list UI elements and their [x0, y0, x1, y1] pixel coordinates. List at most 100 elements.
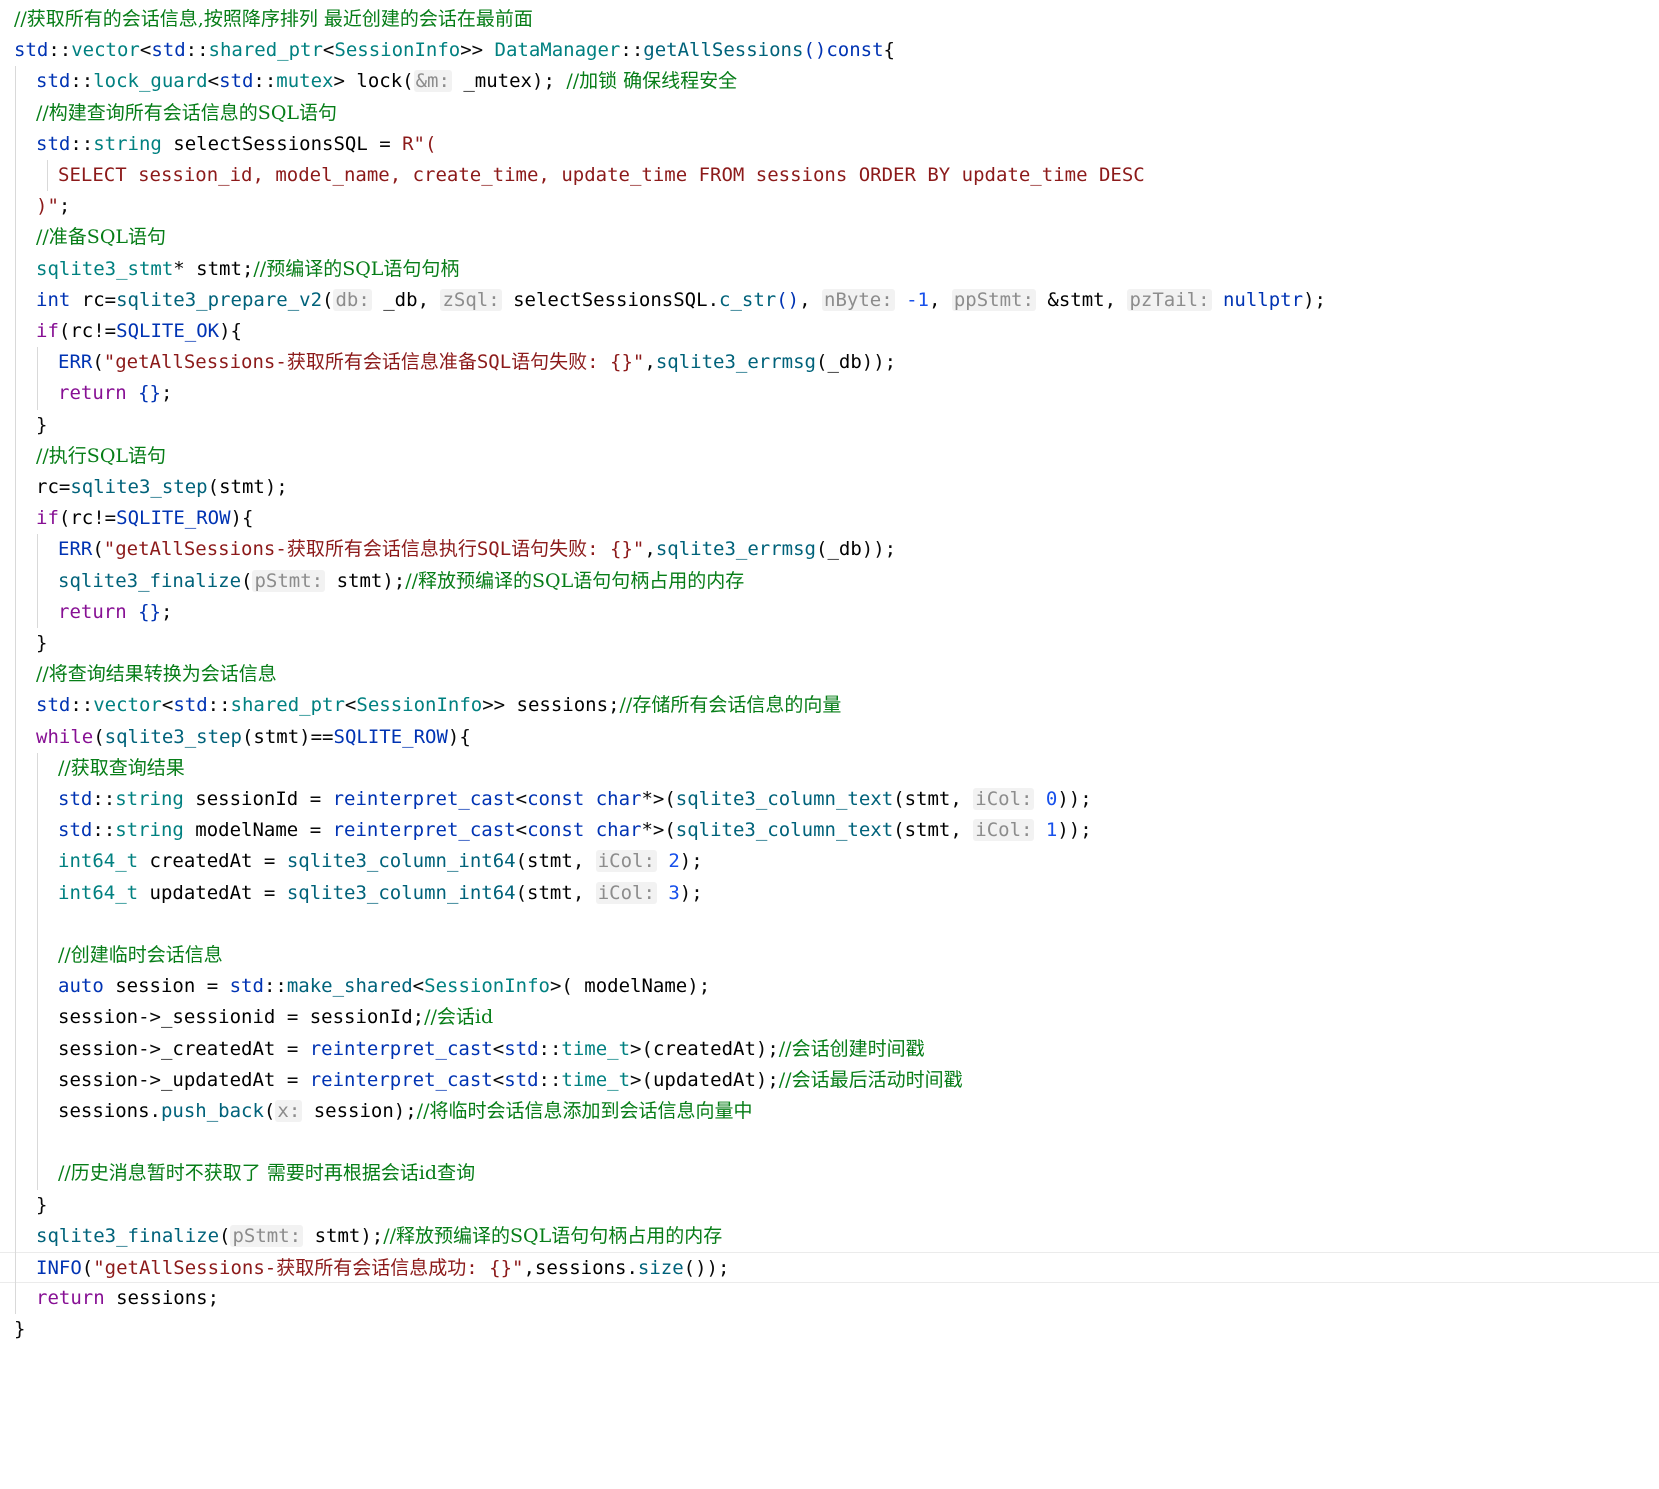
code-line[interactable]: SELECT session_id, model_name, create_ti…	[0, 160, 1659, 191]
code-line[interactable]: //历史消息暂时不获取了 需要时再根据会话id查询	[0, 1158, 1659, 1189]
code-editor[interactable]: //获取所有的会话信息,按照降序排列 最近创建的会话在最前面 std::vecto…	[0, 0, 1659, 1489]
code-token: ERR	[58, 351, 93, 374]
code-token: ::	[70, 694, 94, 717]
code-token: >(	[630, 1068, 653, 1091]
code-token: reinterpret_cast	[332, 819, 516, 842]
code-line[interactable]: rc=sqlite3_step(stmt);	[0, 472, 1659, 503]
inlay-hint: db:	[333, 288, 372, 311]
code-line[interactable]: sqlite3_finalize(pStmt: stmt);//释放预编译的SQ…	[0, 566, 1659, 597]
code-comment: //将查询结果转换为会话信息	[36, 663, 277, 686]
code-line[interactable]: }	[0, 1190, 1659, 1221]
code-token: sessionId	[183, 788, 310, 810]
code-line[interactable]: INFO("getAllSessions-获取所有会话信息成功: {}",ses…	[0, 1252, 1659, 1284]
code-line[interactable]: return {};	[0, 597, 1659, 628]
code-token: auto	[58, 975, 104, 998]
code-token: ::	[185, 39, 209, 62]
code-token: ::	[538, 1068, 562, 1091]
code-token: int	[36, 288, 71, 311]
code-line[interactable]: return sessions;	[0, 1283, 1659, 1314]
code-line[interactable]: //获取查询结果	[0, 753, 1659, 784]
code-token: sqlite3_errmsg	[655, 538, 816, 561]
code-line[interactable]: std::string selectSessionsSQL = R"(	[0, 129, 1659, 160]
code-line[interactable]: //获取所有的会话信息,按照降序排列 最近创建的会话在最前面	[0, 4, 1659, 35]
code-token: ));	[1057, 788, 1092, 810]
code-line[interactable]: if(rc!=SQLITE_ROW){	[0, 503, 1659, 534]
code-line[interactable]: while(sqlite3_step(stmt)==SQLITE_ROW){	[0, 722, 1659, 753]
code-token: updatedAt	[138, 881, 264, 904]
code-token: ::	[207, 694, 231, 717]
code-line[interactable]: int64_t createdAt = sqlite3_column_int64…	[0, 846, 1659, 877]
code-token: }	[14, 1318, 26, 1341]
code-token: ());	[683, 1257, 730, 1279]
code-token: !=	[93, 320, 117, 342]
code-token: ,	[799, 288, 822, 311]
code-token: (	[92, 538, 104, 561]
code-token: ;	[207, 1287, 220, 1310]
code-line[interactable]: ERR("getAllSessions-获取所有会话信息执行SQL语句失败: {…	[0, 534, 1659, 565]
code-line[interactable]: sessions.push_back(x: session);//将临时会话信息…	[0, 1096, 1659, 1127]
code-token: string	[115, 819, 184, 842]
code-line[interactable]: int64_t updatedAt = sqlite3_column_int64…	[0, 878, 1659, 909]
indent-guide	[37, 534, 38, 628]
code-line[interactable]: std::string sessionId = reinterpret_cast…	[0, 784, 1659, 815]
code-line[interactable]: return {};	[0, 378, 1659, 409]
inlay-hint: &m:	[413, 70, 452, 93]
code-line[interactable]: }	[0, 628, 1659, 659]
code-token: const char	[527, 788, 642, 810]
code-token: rc	[70, 288, 105, 311]
code-token: sessionId	[309, 1006, 413, 1029]
code-token: const	[826, 39, 884, 62]
code-line[interactable]: if(rc!=SQLITE_OK){	[0, 316, 1659, 347]
code-token: reinterpret_cast	[309, 1068, 493, 1091]
code-token: );	[1303, 288, 1326, 311]
code-line[interactable]: //准备SQL语句	[0, 222, 1659, 253]
code-token: vector	[71, 39, 140, 62]
code-line[interactable]: ERR("getAllSessions-获取所有会话信息准备SQL语句失败: {…	[0, 347, 1659, 378]
code-line[interactable]: session->_sessionid = sessionId;//会话id	[0, 1002, 1659, 1033]
code-token: =	[286, 1006, 310, 1029]
code-line[interactable]: session->_createdAt = reinterpret_cast<s…	[0, 1034, 1659, 1065]
code-token: 获取所有会话信息准备	[286, 351, 477, 374]
code-token: ()	[803, 39, 827, 62]
code-token: stmt	[904, 788, 951, 810]
code-line[interactable]: int rc=sqlite3_prepare_v2(db: _db, zSql:…	[0, 285, 1659, 316]
indent-guide	[37, 752, 38, 1190]
code-line[interactable]: //构建查询所有会话信息的SQL语句	[0, 98, 1659, 129]
code-token: stmt	[527, 850, 573, 873]
code-line[interactable]: //将查询结果转换为会话信息	[0, 659, 1659, 690]
code-line[interactable]: std::vector<std::shared_ptr<SessionInfo>…	[0, 690, 1659, 721]
code-line[interactable]: session->_updatedAt = reinterpret_cast<s…	[0, 1065, 1659, 1096]
code-token: SQL	[476, 351, 512, 374]
code-token: sqlite3_errmsg	[655, 351, 816, 374]
code-token: SQLITE_ROW	[116, 507, 231, 530]
code-token: =	[263, 850, 287, 873]
code-token: string	[115, 788, 184, 810]
code-line[interactable]: auto session = std::make_shared<SessionI…	[0, 971, 1659, 1002]
code-token: SessionInfo	[356, 694, 483, 717]
code-token: session	[58, 1006, 139, 1029]
code-line[interactable]	[0, 1127, 1659, 1158]
code-line[interactable]: sqlite3_finalize(pStmt: stmt);//释放预编译的SQ…	[0, 1221, 1659, 1252]
code-line[interactable]: std::vector<std::shared_ptr<SessionInfo>…	[0, 35, 1659, 66]
code-line[interactable]: //执行SQL语句	[0, 441, 1659, 472]
code-line[interactable]: }	[0, 1314, 1659, 1345]
code-token: );	[687, 975, 711, 998]
code-token: (	[893, 788, 905, 810]
code-line[interactable]: )";	[0, 191, 1659, 222]
code-token: stmt	[196, 257, 242, 280]
code-token: );	[393, 1100, 417, 1122]
inlay-hint: pStmt:	[252, 569, 326, 592]
code-token: session	[302, 1100, 394, 1122]
code-token: session	[103, 975, 207, 998]
code-line[interactable]: std::lock_guard<std::mutex> lock(&m: _mu…	[0, 66, 1659, 97]
code-line[interactable]: //创建临时会话信息	[0, 940, 1659, 971]
code-token: ,	[1104, 288, 1128, 311]
code-line[interactable]: std::string modelName = reinterpret_cast…	[0, 815, 1659, 846]
code-token: ;	[160, 382, 173, 405]
code-token: stmt	[527, 881, 573, 904]
code-line[interactable]: sqlite3_stmt* stmt;//预编译的SQL语句句柄	[0, 254, 1659, 285]
code-token: _createdAt	[160, 1037, 287, 1060]
code-line[interactable]	[0, 909, 1659, 940]
code-token: (	[219, 1224, 231, 1247]
code-line[interactable]: }	[0, 410, 1659, 441]
